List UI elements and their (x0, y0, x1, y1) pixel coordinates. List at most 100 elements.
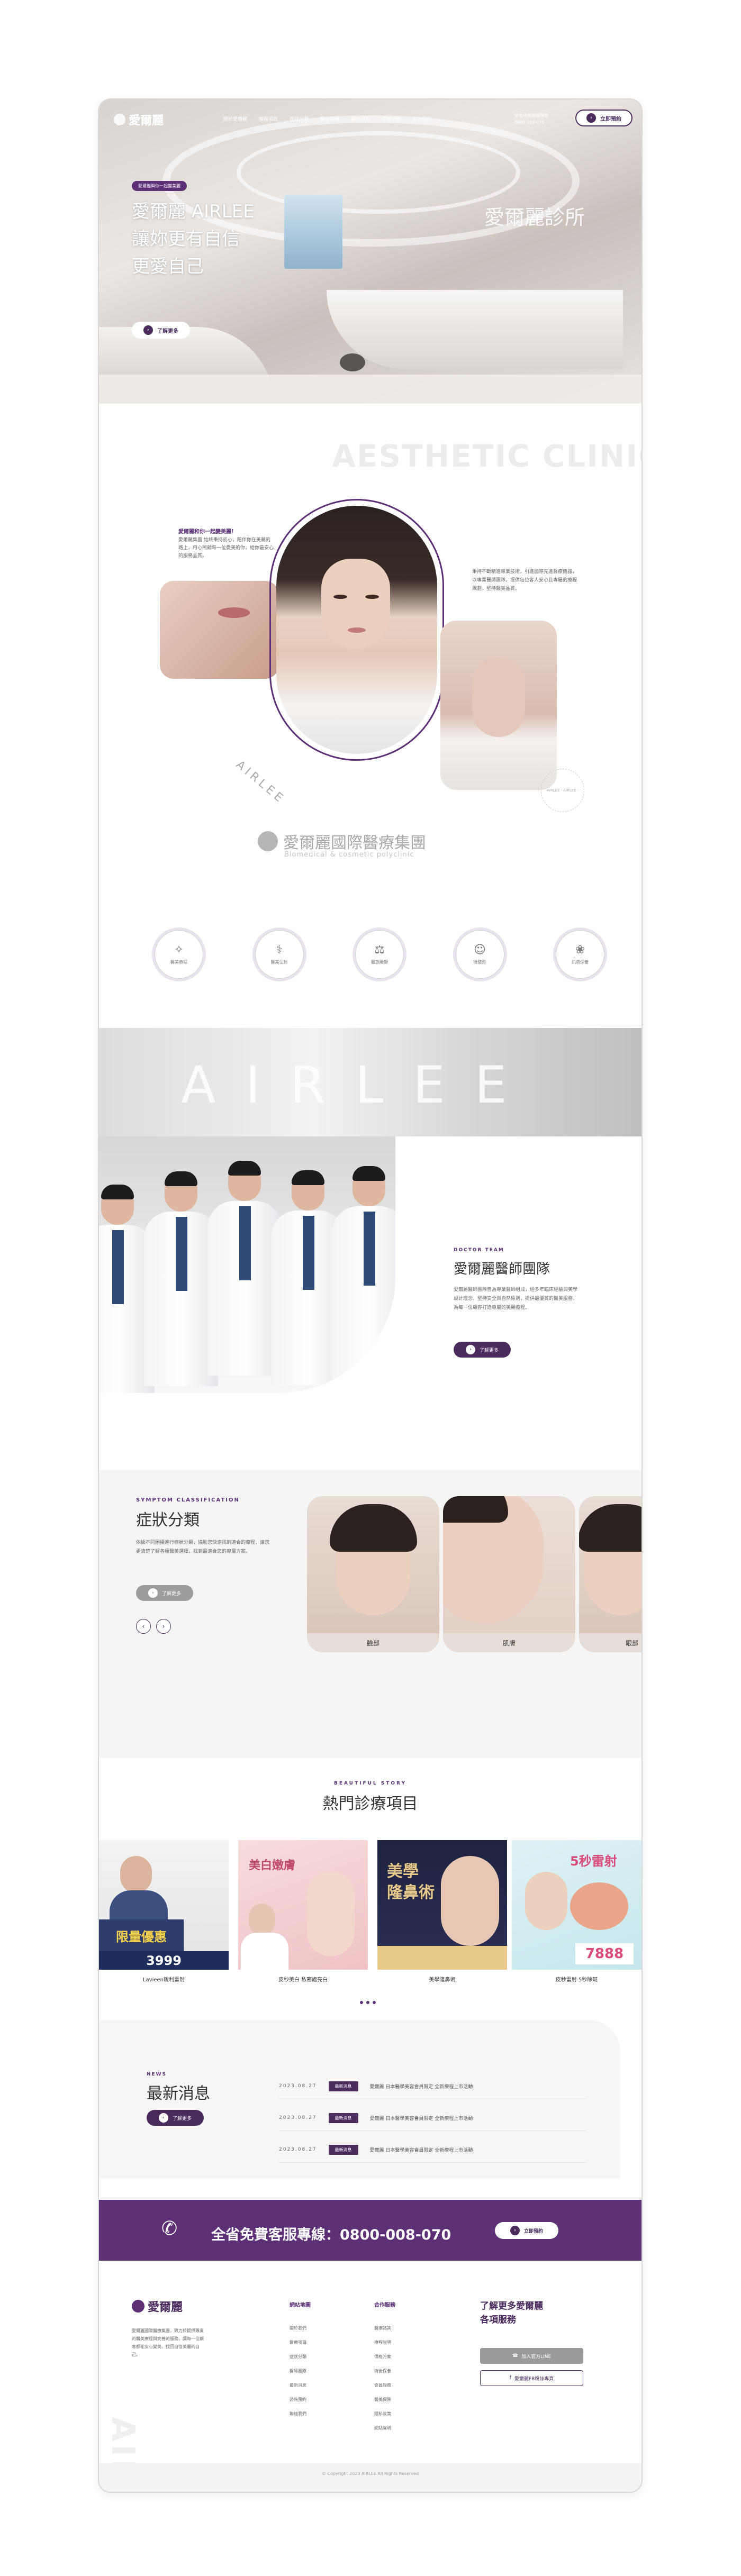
footer-link[interactable]: 最新消息 (290, 2378, 311, 2392)
footer-link[interactable]: 會員服務 (374, 2378, 395, 2392)
footer-link[interactable]: 醫美保險 (374, 2392, 395, 2407)
popular-card-label: 皮秒美白 私密處亮白 (278, 1977, 328, 1983)
page-frame: 愛爾麗診所 愛爾麗 關於愛爾麗 療程項目 症狀分類 醫師團隊 最新消息 優惠活動… (99, 99, 641, 2492)
group-subtitle: Biomedical & cosmetic polyclinic (284, 851, 414, 859)
footer-column-title: 網站地圖 (290, 2302, 311, 2308)
hero-clinic-sign: 愛爾麗診所 (484, 206, 585, 229)
service-item-1[interactable]: ⚕ 醫美注射 (252, 927, 306, 981)
logo-mark-icon (114, 114, 125, 125)
symptom-more-button[interactable]: › 了解更多 (136, 1585, 193, 1601)
symptom-card[interactable]: 眼部 (579, 1496, 641, 1652)
service-item-3[interactable]: ☺ 微整形 (453, 927, 507, 981)
chevron-left-icon[interactable]: ‹ (136, 1619, 151, 1634)
site-logo[interactable]: 愛爾麗 (114, 111, 164, 128)
popular-card[interactable]: 美學 隆鼻術 (377, 1840, 507, 1970)
popular-card[interactable]: 限量優惠 3999 (99, 1840, 229, 1970)
card-person-head (249, 1904, 275, 1935)
group-logo: 愛爾麗國際醫療集團 (258, 830, 426, 853)
logo-mark-icon (132, 2300, 144, 2313)
footer-link[interactable]: 醫師團隊 (290, 2364, 311, 2378)
popular-card-image: 5秒雷射 7888 (512, 1840, 641, 1970)
footer-link[interactable]: 療程說明 (374, 2335, 395, 2350)
news-row[interactable]: 2023.08.27 最新消息 愛爾麗 日本醫學美容會員限定 全新療程上市活動 (279, 2113, 586, 2131)
symptom-card[interactable]: 臉部 (307, 1496, 439, 1652)
footer-link[interactable]: 術後保養 (374, 2364, 395, 2378)
popular-card[interactable]: 美白嫩膚 (238, 1840, 368, 1970)
doctor-coat (332, 1206, 395, 1381)
carousel-dot[interactable] (360, 2001, 363, 2004)
nav-phone-label: 全省免費客服專線 (514, 113, 548, 118)
hero-section: 愛爾麗診所 愛爾麗 關於愛爾麗 療程項目 症狀分類 醫師團隊 最新消息 優惠活動… (99, 99, 641, 404)
copyright-bar: © Copyright 2023 AIRLEE All Rights Reser… (99, 2463, 641, 2492)
footer-link[interactable]: 網站聲明 (374, 2421, 395, 2435)
service-item-0[interactable]: ✧ 醫美療程 (152, 927, 206, 981)
symptom-card-face (443, 1496, 544, 1623)
hotline-book-button[interactable]: › 立即預約 (495, 2222, 558, 2239)
card-person-head (525, 1872, 567, 1930)
doctor-head (292, 1170, 324, 1210)
nav-phone-number: 0800-008-070 (514, 120, 545, 125)
chevron-right-icon[interactable]: › (156, 1619, 171, 1634)
service-label: 醫美注射 (270, 959, 288, 964)
news-row[interactable]: 2023.08.27 最新消息 愛爾麗 日本醫學美容會員限定 全新療程上市活動 (279, 2081, 586, 2099)
nav-item-doctors[interactable]: 醫師團隊 (320, 115, 339, 122)
team-text: 愛爾麗醫師團隊皆為專業醫師組成，經多年臨床經驗與美學設計理念，堅持安全與自然原則… (454, 1287, 578, 1310)
news-badge: 最新消息 (328, 2113, 358, 2123)
nav-item-symptoms[interactable]: 症狀分類 (290, 115, 309, 122)
hotline-text[interactable]: 全省免費客服專線：0800-008-070 (211, 2223, 451, 2244)
symptom-more-label: 了解更多 (161, 1591, 181, 1597)
portrait-eye-left (333, 595, 347, 599)
nav-item-news[interactable]: 最新消息 (351, 115, 370, 122)
phone-icon: ✆ (161, 2218, 178, 2240)
popular-card-image: 限量優惠 3999 (99, 1840, 229, 1970)
symptom-card[interactable]: 肌膚 (443, 1496, 575, 1652)
syringe-icon: ⚕ (276, 943, 283, 957)
footer-link[interactable]: 隱私政策 (374, 2407, 395, 2421)
news-row-title: 愛爾麗 日本醫學美容會員限定 全新療程上市活動 (369, 2084, 473, 2090)
team-more-button[interactable]: › 了解更多 (454, 1342, 511, 1358)
nav-book-button[interactable]: › 立即預約 (575, 110, 632, 126)
news-row[interactable]: 2023.08.27 最新消息 愛爾麗 日本醫學美容會員限定 全新療程上市活動 (279, 2144, 586, 2163)
nav-item-booking[interactable]: 諮詢預約 (412, 115, 431, 122)
footer-link[interactable]: 醫療項目 (290, 2335, 311, 2350)
footer-link[interactable]: 價格方案 (374, 2350, 395, 2364)
symptom-card-label: 眼部 (579, 1633, 641, 1652)
symptom-card-label: 臉部 (307, 1633, 439, 1652)
portrait-face (321, 559, 390, 649)
hero-floor (99, 375, 641, 404)
news-more-button[interactable]: › 了解更多 (147, 2110, 204, 2126)
line-button[interactable]: ☎ 加入官方LINE (480, 2348, 583, 2364)
facebook-button-label: 愛爾麗FB粉絲專頁 (514, 2376, 554, 2382)
airlee-banner-text: AIRLEE (181, 1055, 537, 1115)
chevron-right-icon: › (143, 325, 153, 335)
news-more-label: 了解更多 (172, 2116, 192, 2122)
service-item-4[interactable]: ❀ 肌膚保養 (553, 927, 607, 981)
service-item-2[interactable]: ⚖ 體態雕塑 (353, 927, 406, 981)
footer-description: 愛爾麗國際醫療集團，致力於提供專業的醫美療程與完善的服務，讓每一位顧客都能安心變… (132, 2328, 204, 2357)
popular-card-label: Lavieen銳利雷射 (142, 1977, 185, 1983)
footer-link[interactable]: 症狀分類 (290, 2350, 311, 2364)
facebook-button[interactable]: f 愛爾麗FB粉絲專頁 (480, 2370, 583, 2386)
nav-item-treatments[interactable]: 療程項目 (259, 115, 278, 122)
hero-more-button[interactable]: › 了解更多 (132, 322, 190, 339)
footer-logo[interactable]: 愛爾麗 (132, 2298, 183, 2315)
nav-item-about[interactable]: 關於愛爾麗 (223, 115, 247, 122)
footer-link[interactable]: 關於我們 (290, 2321, 311, 2335)
doctor-head (228, 1161, 261, 1201)
footer-link[interactable]: 聯絡我們 (290, 2407, 311, 2421)
line-icon: ☎ (512, 2353, 519, 2359)
carousel-dot[interactable] (366, 2001, 369, 2004)
nav-phone[interactable]: 全省免費客服專線 0800-008-070 (514, 112, 548, 126)
airlee-rotated-text: AIRLEE (233, 758, 288, 807)
footer-link[interactable]: 諮詢預約 (290, 2392, 311, 2407)
footer-link[interactable]: 醫療諮詢 (374, 2321, 395, 2335)
popular-card[interactable]: 5秒雷射 7888 (512, 1840, 641, 1970)
group-name: 愛爾麗國際醫療集團 (283, 834, 426, 852)
carousel-dot[interactable] (373, 2001, 376, 2004)
model-portrait-frame (269, 499, 444, 761)
news-date: 2023.08.27 (279, 2147, 317, 2152)
nav-item-offers[interactable]: 優惠活動 (382, 115, 401, 122)
doctor-figure (332, 1166, 395, 1390)
scale-icon: ⚖ (374, 943, 385, 957)
service-label: 醫美療程 (170, 959, 187, 964)
